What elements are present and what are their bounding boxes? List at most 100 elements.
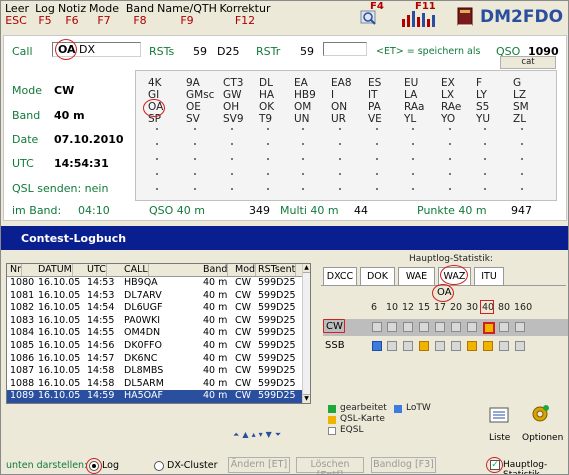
prev-record-icon[interactable]: ▴ xyxy=(252,430,259,439)
band-status-square[interactable] xyxy=(515,322,525,332)
prefix-cell[interactable]: 4K xyxy=(148,77,162,89)
band-status-square[interactable] xyxy=(435,322,445,332)
menu-mode[interactable]: Mode F7 xyxy=(89,3,119,27)
prefix-cell[interactable]: OM xyxy=(294,101,311,113)
column-header[interactable]: DATUM xyxy=(36,264,73,276)
prefix-cell[interactable]: PA xyxy=(368,101,381,113)
list-button[interactable] xyxy=(488,406,510,426)
prefix-cell[interactable]: SV xyxy=(186,113,200,125)
rstr-extra-input[interactable] xyxy=(323,42,367,56)
prefix-cell[interactable]: LY xyxy=(476,89,487,101)
prefix-cell[interactable]: I xyxy=(331,89,334,101)
column-header[interactable]: Mod xyxy=(233,264,257,276)
table-row[interactable]: 1084 16.10.05 14:55 OM4DN 40 m CW 599D25 xyxy=(7,327,304,340)
prev-page-icon[interactable]: ▲ xyxy=(242,430,251,439)
prefix-cell[interactable]: DL xyxy=(259,77,273,89)
prefix-cell[interactable]: YO xyxy=(441,113,455,125)
band-status-square[interactable] xyxy=(467,341,477,351)
band-status-square[interactable] xyxy=(372,322,382,332)
search-tool[interactable]: F4 xyxy=(358,1,384,29)
menu-log[interactable]: Log F5 xyxy=(35,3,55,27)
column-header[interactable]: Nr xyxy=(8,264,23,276)
band-status-square[interactable] xyxy=(451,341,461,351)
logbook-scrollbar[interactable]: ▲ ▼ xyxy=(302,264,310,403)
column-header[interactable]: UTC xyxy=(85,264,107,276)
table-row[interactable]: 1083 16.10.05 14:55 PA0WKI 40 m CW 599D25 xyxy=(7,315,304,328)
prefix-cell[interactable]: LX xyxy=(441,89,454,101)
band-value[interactable]: 40 m xyxy=(54,109,85,122)
band-status-square[interactable] xyxy=(403,341,413,351)
prefix-cell[interactable]: VE xyxy=(368,113,382,125)
cat-button[interactable]: cat xyxy=(500,56,556,69)
qsl-send-label[interactable]: QSL senden: nein xyxy=(12,182,108,195)
prefix-cell[interactable]: ES xyxy=(368,77,381,89)
prefix-cell[interactable]: F xyxy=(476,77,482,89)
next-page-icon[interactable]: ▼ xyxy=(266,430,275,439)
prefix-cell[interactable]: T9 xyxy=(259,113,272,125)
prefix-cell[interactable]: LZ xyxy=(513,89,526,101)
prefix-cell[interactable]: SM xyxy=(513,101,529,113)
band-status-square[interactable] xyxy=(435,341,445,351)
prefix-cell[interactable]: ON xyxy=(331,101,347,113)
scroll-up-icon[interactable]: ▲ xyxy=(303,264,310,273)
delete-button[interactable]: Löschen [Entf] xyxy=(296,457,364,474)
menu-leer[interactable]: Leer ESC xyxy=(5,3,29,27)
prefix-cell[interactable]: SV9 xyxy=(223,113,244,125)
stats-tab[interactable]: DOK xyxy=(360,267,395,285)
band-status-square[interactable] xyxy=(372,341,382,351)
column-header[interactable]: Band xyxy=(201,264,229,276)
prefix-cell[interactable]: LA xyxy=(404,89,417,101)
table-row[interactable]: 1089 16.10.05 14:59 HA5OAF 40 m CW 599D25 xyxy=(7,390,304,403)
band-status-square[interactable] xyxy=(419,341,429,351)
prefix-cell[interactable]: EA8 xyxy=(331,77,352,89)
band-status-square[interactable] xyxy=(387,341,397,351)
column-header[interactable]: RSTsent xyxy=(256,264,297,276)
table-row[interactable]: 1085 16.10.05 14:56 DK0FFO 40 m CW 599D25 xyxy=(7,340,304,353)
prefix-cell[interactable]: RAe xyxy=(441,101,461,113)
scroll-down-icon[interactable]: ▼ xyxy=(303,394,310,403)
prefix-cell[interactable]: RAa xyxy=(404,101,425,113)
table-row[interactable]: 1087 16.10.05 14:58 DL8MBS 40 m CW 599D25 xyxy=(7,365,304,378)
next-record-icon[interactable]: ▾ xyxy=(259,430,266,439)
prefix-cell[interactable]: OK xyxy=(259,101,274,113)
menu-notiz[interactable]: Notiz F6 xyxy=(58,3,86,27)
bandlog-button[interactable]: Bandlog [F3] xyxy=(371,457,436,473)
band-status-square[interactable] xyxy=(499,322,509,332)
band-status-square[interactable] xyxy=(403,322,413,332)
prefix-cell[interactable]: OE xyxy=(186,101,201,113)
last-record-icon[interactable]: ⏷ xyxy=(275,430,284,439)
band-status-square[interactable] xyxy=(483,322,495,334)
band-status-square[interactable] xyxy=(451,322,461,332)
prefix-cell[interactable]: GMsc xyxy=(186,89,214,101)
prefix-cell[interactable]: 9A xyxy=(186,77,200,89)
stats-tab[interactable]: WAE xyxy=(398,267,435,285)
mode-value[interactable]: CW xyxy=(54,84,74,97)
prefix-cell[interactable]: HB9 xyxy=(294,89,316,101)
prefix-cell[interactable]: ZL xyxy=(513,113,526,125)
book-tool[interactable] xyxy=(453,3,479,29)
prefix-cell[interactable]: UR xyxy=(331,113,346,125)
prefix-cell[interactable]: OH xyxy=(223,101,239,113)
prefix-cell[interactable]: IT xyxy=(368,89,378,101)
prefix-cell[interactable]: EU xyxy=(404,77,418,89)
prefix-cell[interactable]: YL xyxy=(404,113,416,125)
table-row[interactable]: 1080 16.10.05 14:53 HB9QA 40 m CW 599D25 xyxy=(7,277,304,290)
prefix-cell[interactable]: EA xyxy=(294,77,308,89)
band-status-square[interactable] xyxy=(419,322,429,332)
column-header[interactable]: CALL xyxy=(122,264,149,276)
band-status-square[interactable] xyxy=(467,322,477,332)
menu-name-qth[interactable]: Name/QTH F9 xyxy=(157,3,217,27)
options-button[interactable] xyxy=(529,403,551,425)
prefix-cell[interactable]: CT3 xyxy=(223,77,243,89)
first-record-icon[interactable]: ⏶ xyxy=(233,430,242,439)
table-row[interactable]: 1082 16.10.05 14:54 DL6UGF 40 m CW 599D25 xyxy=(7,302,304,315)
stats-tab[interactable]: DXCC xyxy=(323,267,357,285)
table-row[interactable]: 1088 16.10.05 14:58 DL5ARM 40 m CW 599D25 xyxy=(7,378,304,391)
stats-tab[interactable]: ITU xyxy=(474,267,504,285)
band-status-square[interactable] xyxy=(515,341,525,351)
prefix-cell[interactable]: S5 xyxy=(476,101,489,113)
table-row[interactable]: 1081 16.10.05 14:53 DL7ARV 40 m CW 599D25 xyxy=(7,290,304,303)
edit-button[interactable]: Ändern [ET] xyxy=(228,457,290,473)
prefix-cell[interactable]: EX xyxy=(441,77,455,89)
band-status-square[interactable] xyxy=(387,322,397,332)
